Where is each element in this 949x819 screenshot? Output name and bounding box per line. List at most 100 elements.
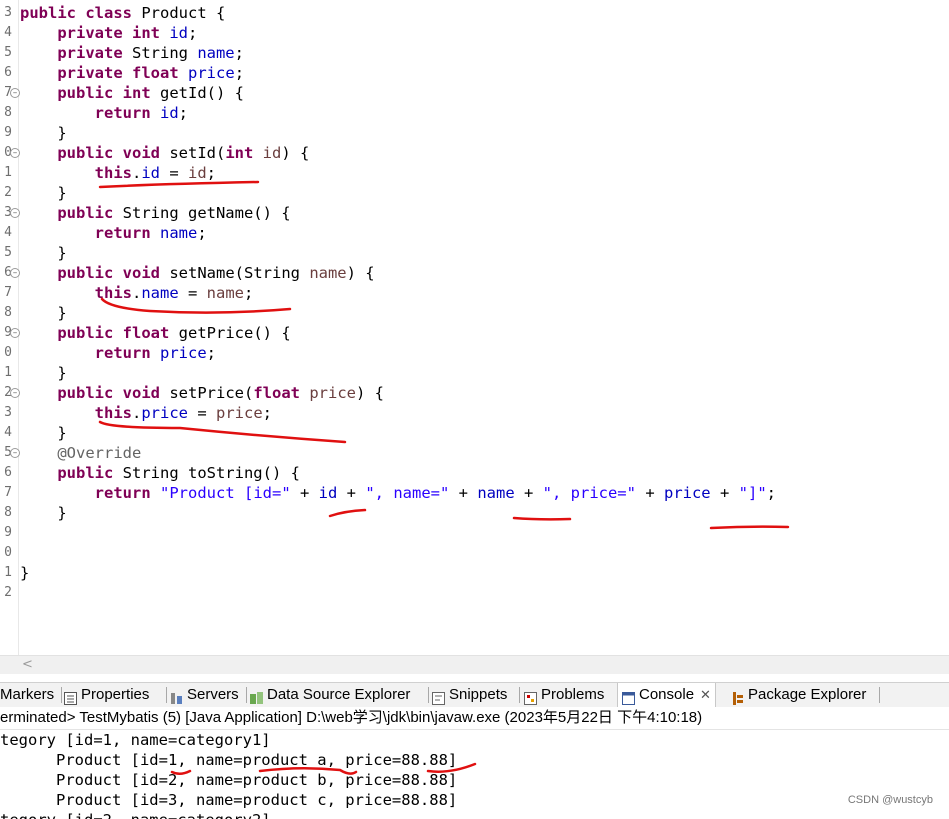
code-token: public (57, 204, 114, 222)
console-view[interactable]: erminated> TestMybatis (5) [Java Applica… (0, 707, 949, 819)
tab-servers[interactable]: Servers (170, 683, 239, 707)
code-token: this (94, 404, 132, 422)
fold-toggle-icon[interactable]: − (10, 268, 20, 278)
console-icon (622, 689, 635, 705)
code-line: private String name; (20, 43, 244, 63)
code-token: private (57, 24, 123, 42)
code-token: price (216, 404, 263, 422)
tab-markers[interactable]: Markers (0, 683, 54, 707)
fold-toggle-icon[interactable]: − (10, 388, 20, 398)
tab-label: Console (639, 686, 695, 703)
code-token: public (20, 4, 76, 22)
code-line: } (20, 423, 67, 443)
code-token: = (160, 164, 188, 182)
line-number: 6 (4, 65, 12, 80)
code-token: float (253, 384, 300, 402)
code-token: name (309, 264, 347, 282)
gutter-divider (18, 0, 19, 655)
scroll-left-icon[interactable]: < (22, 656, 33, 674)
code-token: id (188, 164, 207, 182)
tab-separator (879, 687, 880, 703)
code-token: } (57, 124, 67, 142)
code-line: } (20, 183, 66, 203)
code-token: return (94, 224, 151, 242)
code-token: id (141, 164, 160, 182)
code-token: getPrice() { (169, 324, 291, 342)
tab-separator (166, 687, 167, 703)
fold-toggle-icon[interactable]: − (10, 88, 20, 98)
code-editor[interactable]: 3 4 5 6 7 8 9 0 1 2 3 4 5 6 7 8 9 0 1 2 … (0, 0, 949, 655)
code-token: price (309, 384, 357, 402)
tab-console[interactable]: Console ✕ (617, 683, 716, 707)
code-token: } (57, 424, 67, 442)
code-token: name (206, 284, 244, 302)
snippets-icon (432, 689, 445, 705)
code-line: public String toString() { (20, 463, 300, 483)
code-line: public int getId() { (20, 83, 244, 103)
code-token: float (122, 324, 170, 342)
code-line: private float price; (20, 63, 244, 83)
code-token: id (318, 484, 338, 502)
fold-toggle-icon[interactable]: − (10, 148, 20, 158)
tab-package-explorer[interactable]: Package Explorer (731, 683, 866, 707)
code-token: ; (197, 224, 207, 242)
line-number: 4 (4, 425, 12, 440)
code-token: = (178, 284, 207, 302)
code-line: return "Product [id=" + id + ", name=" +… (20, 483, 776, 503)
close-icon[interactable]: ✕ (700, 683, 711, 707)
tab-separator (519, 687, 520, 703)
code-token: return (94, 484, 151, 502)
fold-toggle-icon[interactable]: − (10, 328, 20, 338)
tab-label: Problems (541, 686, 605, 703)
line-number: 7 (4, 285, 12, 300)
fold-toggle-icon[interactable]: − (10, 208, 20, 218)
code-token: ", name=" (365, 484, 450, 502)
code-token: ; (206, 344, 217, 362)
line-number: 3 (4, 405, 12, 420)
line-number: 0 (4, 545, 12, 560)
code-token: name (197, 44, 235, 62)
code-line: this.id = id; (20, 163, 216, 183)
code-token: ", price=" (542, 484, 636, 502)
code-token: + (514, 484, 543, 502)
code-token: public (57, 464, 114, 482)
code-token: "]" (738, 484, 767, 502)
fold-toggle-icon[interactable]: − (10, 448, 20, 458)
code-token: ; (234, 44, 244, 62)
code-token: void (122, 384, 160, 402)
code-token: String (122, 44, 198, 62)
code-line: } (20, 243, 66, 263)
tab-snippets[interactable]: Snippets (432, 683, 507, 707)
code-token: } (57, 504, 67, 522)
console-output-line: Product [id=2, name=product b, price=88.… (0, 771, 458, 789)
horizontal-scrollbar[interactable]: < (0, 655, 949, 674)
code-token: id (160, 104, 179, 122)
code-token: ; (243, 284, 254, 302)
code-token: + (290, 484, 319, 502)
code-token: private (57, 44, 123, 62)
code-token: void (122, 264, 160, 282)
properties-icon (64, 689, 77, 705)
tab-data-source-explorer[interactable]: Data Source Explorer (250, 683, 410, 707)
code-token: public (57, 84, 114, 102)
data-source-icon (250, 689, 263, 704)
line-number: 2 (4, 585, 12, 600)
code-token: price (160, 344, 207, 362)
code-line: } (20, 303, 66, 323)
code-line: return id; (20, 103, 188, 123)
code-token: price (188, 64, 235, 82)
tab-label: Properties (81, 686, 150, 703)
servers-icon (170, 689, 183, 704)
code-token: . (131, 404, 142, 422)
view-tab-bar: Markers Properties Servers Data Source E… (0, 682, 949, 708)
code-line: } (20, 503, 67, 523)
line-number: 8 (4, 305, 12, 320)
code-token: ; (178, 104, 189, 122)
line-number: 1 (4, 165, 12, 180)
tab-problems[interactable]: Problems (524, 683, 604, 707)
line-number: 5 (4, 245, 12, 260)
code-token: getId() { (150, 84, 244, 102)
problems-icon (524, 689, 537, 705)
code-token: setId( (160, 144, 226, 162)
tab-properties[interactable]: Properties (64, 683, 149, 707)
